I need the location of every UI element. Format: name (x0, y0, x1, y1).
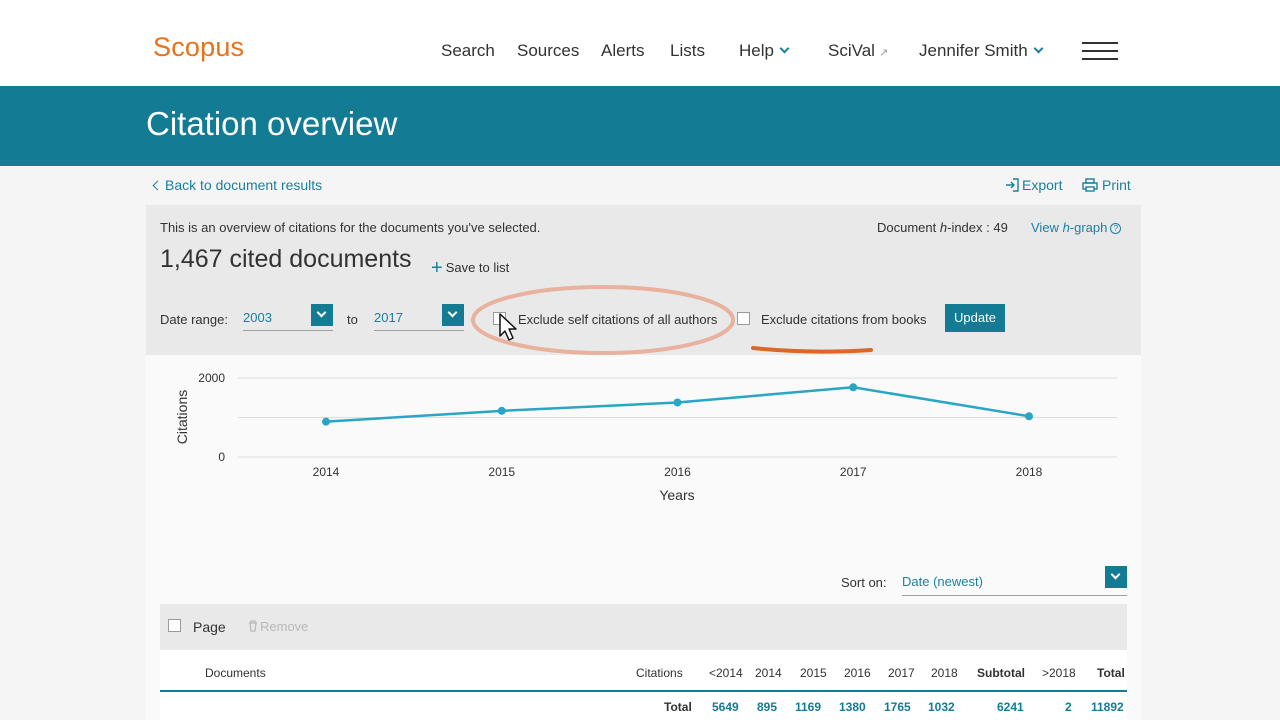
remove-label: Remove (260, 619, 309, 634)
col-2016: 2016 (844, 666, 871, 680)
total-before-2014[interactable]: 5649 (712, 700, 739, 714)
print-label: Print (1102, 177, 1131, 193)
chevron-left-icon (152, 180, 163, 191)
print-button[interactable]: Print (1082, 177, 1131, 193)
user-name: Jennifer Smith (919, 41, 1028, 60)
update-button[interactable]: Update (945, 304, 1005, 332)
x-tick-label: 2018 (1016, 465, 1043, 479)
highlight-underline (751, 346, 873, 354)
sort-select[interactable]: Date (newest) (902, 566, 1127, 596)
chevron-down-icon (1033, 43, 1044, 54)
y-tick-label: 2000 (198, 371, 225, 385)
nav-lists[interactable]: Lists (670, 41, 705, 61)
total-2014[interactable]: 895 (757, 700, 777, 714)
totals-label: Total (664, 700, 692, 714)
view-h-graph-suffix: -graph (1069, 220, 1108, 235)
chevron-down-icon (779, 43, 790, 54)
col-total: Total (1097, 666, 1125, 680)
data-point (322, 417, 330, 426)
x-tick-label: 2015 (488, 465, 515, 479)
sort-value: Date (newest) (902, 574, 983, 589)
printer-icon (1082, 178, 1098, 192)
view-h-graph-prefix: View (1031, 220, 1063, 235)
x-axis-label: Years (659, 487, 694, 503)
view-h-graph-link[interactable]: View h-graph? (1031, 220, 1122, 235)
col-subtotal: Subtotal (977, 666, 1025, 680)
page-banner: Citation overview (0, 86, 1280, 166)
col-2015: 2015 (800, 666, 827, 680)
top-navigation-bar: Scopus Search Sources Alerts Lists Help … (0, 0, 1280, 86)
data-point (1025, 412, 1033, 421)
help-icon: ? (1110, 223, 1122, 234)
nav-sources[interactable]: Sources (517, 41, 579, 61)
x-tick-label: 2016 (664, 465, 691, 479)
total-2018[interactable]: 1032 (928, 700, 955, 714)
chevron-down-icon (1105, 566, 1127, 588)
user-menu[interactable]: Jennifer Smith (919, 41, 1044, 61)
view-h-graph-h: h (1062, 220, 1070, 235)
export-label: Export (1022, 177, 1063, 193)
date-to-select[interactable]: 2017 (374, 304, 464, 331)
x-tick-label: 2017 (840, 465, 867, 479)
data-point (497, 406, 506, 415)
col-citations: Citations (636, 666, 683, 680)
total-2015[interactable]: 1169 (795, 700, 821, 714)
col-2018: 2018 (931, 666, 958, 680)
overview-intro-text: This is an overview of citations for the… (160, 220, 541, 235)
data-point (673, 398, 682, 407)
total-2016[interactable]: 1380 (839, 700, 866, 714)
nav-alerts[interactable]: Alerts (601, 41, 644, 61)
plus-icon: + (431, 257, 443, 279)
back-to-results-link[interactable]: Back to document results (152, 177, 323, 193)
x-tick-label: 2014 (313, 465, 340, 479)
total-2017[interactable]: 1765 (884, 700, 911, 714)
hamburger-menu-icon[interactable] (1082, 42, 1118, 60)
h-index-prefix: Document (877, 220, 940, 235)
table-toolbar: Page Remove (160, 604, 1127, 650)
save-to-list-label: Save to list (445, 260, 510, 275)
chevron-down-icon (311, 304, 333, 326)
save-to-list-button[interactable]: + Save to list (431, 255, 510, 279)
back-link-label: Back to document results (165, 177, 323, 193)
export-button[interactable]: Export (1005, 177, 1062, 193)
col-2014: 2014 (755, 666, 782, 680)
date-from-select[interactable]: 2003 (243, 304, 333, 331)
document-h-index: Document h-index : 49 (877, 220, 1008, 235)
trash-icon (249, 620, 257, 632)
nav-help-label: Help (739, 41, 774, 60)
export-icon (1006, 178, 1019, 192)
remove-button[interactable]: Remove (248, 619, 308, 634)
h-index-value: -index : 49 (947, 220, 1008, 235)
date-to-value: 2017 (374, 310, 403, 325)
y-tick-label: 0 (218, 450, 225, 464)
date-range-label: Date range: (160, 312, 228, 327)
page-label: Page (193, 619, 226, 635)
total-subtotal[interactable]: 6241 (997, 700, 1024, 714)
col-2017: 2017 (888, 666, 915, 680)
citations-line-chart: 0 2000 2014 2015 2016 2017 2018 Years Citations (174, 371, 1117, 503)
external-link-icon: ↗ (878, 47, 889, 59)
grand-total[interactable]: 11892 (1091, 700, 1124, 714)
table-header: Documents Citations <2014 2014 2015 2016… (160, 650, 1127, 692)
date-to-label: to (347, 312, 358, 327)
col-documents[interactable]: Documents (205, 666, 266, 680)
y-axis-label: Citations (174, 390, 190, 444)
sort-on-label: Sort on: (841, 575, 887, 590)
date-from-value: 2003 (243, 310, 272, 325)
mouse-cursor-icon (499, 313, 517, 341)
page-title: Citation overview (146, 105, 398, 142)
cited-documents-count: 1,467 cited documents (160, 245, 412, 273)
col-before-2014: <2014 (709, 666, 743, 680)
nav-help[interactable]: Help (739, 41, 790, 61)
col-after-2018: >2018 (1042, 666, 1076, 680)
total-after-2018[interactable]: 2 (1065, 700, 1072, 714)
nav-search[interactable]: Search (441, 41, 495, 61)
data-point (849, 383, 858, 392)
nav-scival-label: SciVal (828, 41, 875, 60)
scopus-logo[interactable]: Scopus (153, 32, 244, 63)
select-page-checkbox[interactable] (168, 619, 181, 632)
totals-row: Total 5649 895 1169 1380 1765 1032 6241 … (160, 692, 1127, 720)
highlight-ellipse (471, 285, 735, 355)
nav-scival[interactable]: SciVal ↗ (828, 41, 888, 61)
